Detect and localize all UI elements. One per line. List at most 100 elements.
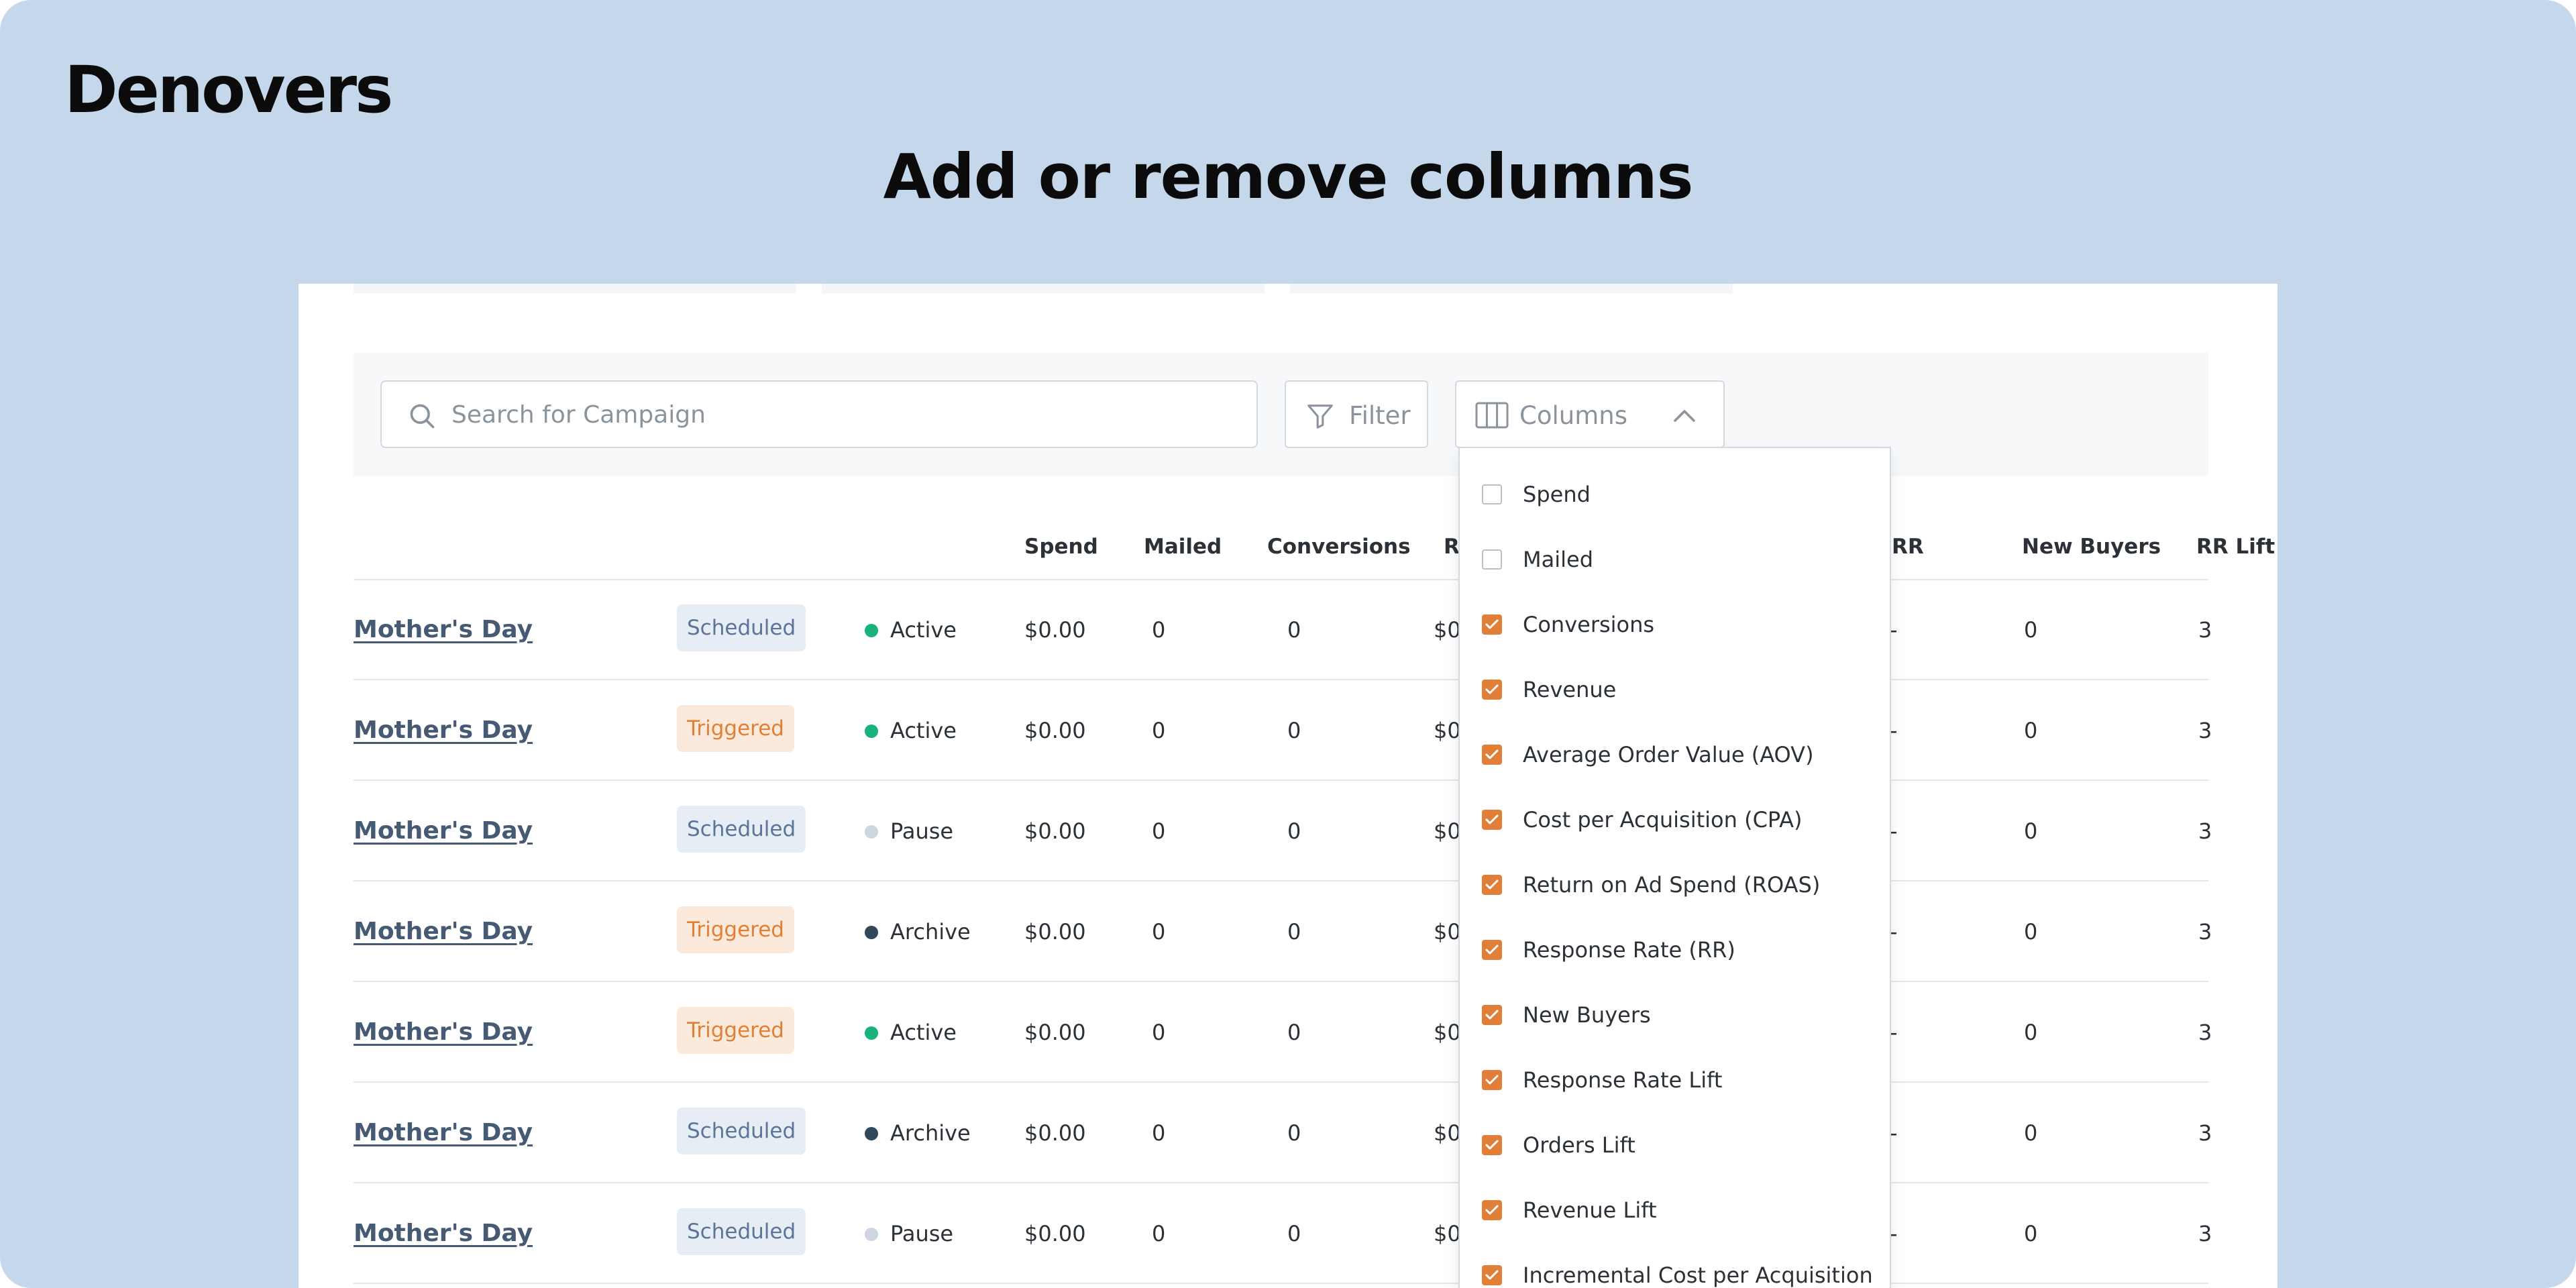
cell-conversions: 0 xyxy=(1287,617,1301,643)
column-option[interactable]: Spend xyxy=(1460,462,1890,527)
column-header-revenue[interactable]: R xyxy=(1444,535,1460,559)
column-header-rr-lift[interactable]: RR Lift xyxy=(2196,535,2275,559)
cell-new-buyers: 0 xyxy=(2024,919,2038,945)
brand-logo: Denovers xyxy=(64,52,393,127)
cell-rr-lift: 3 xyxy=(2198,818,2212,844)
search-input[interactable]: Search for Campaign xyxy=(380,380,1258,448)
column-option[interactable]: Response Rate (RR) xyxy=(1460,917,1890,982)
column-option[interactable]: Revenue xyxy=(1460,657,1890,722)
campaign-name-link[interactable]: Mother's Day xyxy=(354,716,533,744)
filter-button[interactable]: Filter xyxy=(1285,380,1428,448)
table-row[interactable]: Mother's Day Triggered Active $0.00 0 0 $0-0 3 xyxy=(354,680,2212,781)
column-header-conversions[interactable]: Conversions xyxy=(1267,535,1411,559)
cell-spend: $0.00 xyxy=(1024,1020,1086,1045)
cell-new-buyers: 0 xyxy=(2024,1120,2038,1146)
search-icon xyxy=(410,404,435,429)
status-dot xyxy=(865,1127,878,1140)
column-option-label: Revenue Lift xyxy=(1523,1197,1657,1223)
column-option[interactable]: Cost per Acquisition (CPA) xyxy=(1460,787,1890,852)
table-row[interactable]: Mother's Day Triggered Archive $0.00 0 0 $0-0 3 xyxy=(354,881,2212,982)
campaign-name-link[interactable]: Mother's Day xyxy=(354,918,533,945)
cell-rr-lift: 3 xyxy=(2198,718,2212,743)
column-option[interactable]: Incremental Cost per Acquisition xyxy=(1460,1242,1890,1288)
cell-revenue: $0 xyxy=(1434,718,1461,743)
cell-spend: $0.00 xyxy=(1024,718,1086,743)
status-label: Active xyxy=(890,617,957,643)
check-icon xyxy=(1485,814,1499,824)
table-row[interactable]: Mother's Day Scheduled Pause $0.00 0 0 $0-0 3 xyxy=(354,1183,2212,1284)
checkbox[interactable] xyxy=(1482,810,1502,830)
table-row[interactable]: Mother's Day Scheduled Active $0.00 0 0 $0-0 3 xyxy=(354,580,2212,680)
column-option[interactable]: Average Order Value (AOV) xyxy=(1460,722,1890,787)
cell-conversions: 0 xyxy=(1287,1221,1301,1246)
status-label: Archive xyxy=(890,1120,971,1146)
cell-mailed: 0 xyxy=(1152,1020,1166,1045)
column-option-label: Conversions xyxy=(1523,612,1655,637)
column-option-label: Orders Lift xyxy=(1523,1132,1635,1158)
check-icon xyxy=(1485,749,1499,759)
cell-conversions: 0 xyxy=(1287,1020,1301,1045)
cell-revenue: $0 xyxy=(1434,818,1461,844)
cell-mailed: 0 xyxy=(1152,818,1166,844)
status-label: Active xyxy=(890,1020,957,1045)
campaign-type-badge: Triggered xyxy=(677,1007,794,1054)
cell-conversions: 0 xyxy=(1287,919,1301,945)
table-row[interactable]: Mother's Day Triggered Active $0.00 0 0 $0-0 3 xyxy=(354,982,2212,1083)
column-option[interactable]: New Buyers xyxy=(1460,982,1890,1047)
checkbox[interactable] xyxy=(1482,680,1502,700)
table-header: Spend Mailed Conversions R RR New Buyers… xyxy=(354,519,2275,580)
column-header-new-buyers[interactable]: New Buyers xyxy=(2022,535,2161,559)
column-option-label: Cost per Acquisition (CPA) xyxy=(1523,807,1803,833)
column-option-label: Mailed xyxy=(1523,547,1593,572)
checkbox[interactable] xyxy=(1482,1265,1502,1285)
column-header-mailed[interactable]: Mailed xyxy=(1144,535,1222,559)
status-label: Archive xyxy=(890,919,971,945)
column-option-label: Response Rate Lift xyxy=(1523,1067,1723,1093)
checkbox[interactable] xyxy=(1482,614,1502,635)
cell-new-buyers: 0 xyxy=(2024,617,2038,643)
campaign-name-link[interactable]: Mother's Day xyxy=(354,616,533,643)
status-dot xyxy=(865,724,878,738)
cell-spend: $0.00 xyxy=(1024,818,1086,844)
status-dot xyxy=(865,624,878,637)
column-header-rr[interactable]: RR xyxy=(1892,535,1924,559)
column-option-label: Return on Ad Spend (ROAS) xyxy=(1523,872,1821,898)
status-label: Pause xyxy=(890,1221,954,1246)
check-icon xyxy=(1485,684,1499,694)
table-row[interactable]: Mother's Day Scheduled Archive $0.00 0 0 $0-0 3 xyxy=(354,1083,2212,1183)
checkbox[interactable] xyxy=(1482,940,1502,960)
columns-button[interactable]: Columns xyxy=(1455,380,1725,448)
campaign-name-link[interactable]: Mother's Day xyxy=(354,1119,533,1146)
check-icon xyxy=(1485,1010,1499,1020)
status-dot xyxy=(865,926,878,939)
cell-spend: $0.00 xyxy=(1024,617,1086,643)
checkbox[interactable] xyxy=(1482,745,1502,765)
cell-new-buyers: 0 xyxy=(2024,718,2038,743)
campaign-name-link[interactable]: Mother's Day xyxy=(354,817,533,845)
checkbox[interactable] xyxy=(1482,1070,1502,1090)
check-icon xyxy=(1485,945,1499,955)
columns-label: Columns xyxy=(1519,401,1627,430)
tab-strip-ghost xyxy=(354,284,796,293)
column-option[interactable]: Return on Ad Spend (ROAS) xyxy=(1460,852,1890,917)
column-option[interactable]: Mailed xyxy=(1460,527,1890,592)
cell-rr-lift: 3 xyxy=(2198,919,2212,945)
checkbox[interactable] xyxy=(1482,875,1502,895)
table-row[interactable]: Mother's Day Scheduled Pause $0.00 0 0 $0-0 3 xyxy=(354,781,2212,881)
campaign-name-link[interactable]: Mother's Day xyxy=(354,1220,533,1247)
column-option[interactable]: Orders Lift xyxy=(1460,1112,1890,1177)
checkbox[interactable] xyxy=(1482,1200,1502,1220)
campaign-type-badge: Triggered xyxy=(677,906,794,953)
checkbox[interactable] xyxy=(1482,1005,1502,1025)
checkbox[interactable] xyxy=(1482,484,1502,504)
checkbox[interactable] xyxy=(1482,1135,1502,1155)
column-header-spend[interactable]: Spend xyxy=(1024,535,1098,559)
cell-mailed: 0 xyxy=(1152,1221,1166,1246)
cell-conversions: 0 xyxy=(1287,818,1301,844)
column-option[interactable]: Response Rate Lift xyxy=(1460,1047,1890,1112)
cell-mailed: 0 xyxy=(1152,1120,1166,1146)
campaign-name-link[interactable]: Mother's Day xyxy=(354,1018,533,1046)
column-option[interactable]: Conversions xyxy=(1460,592,1890,657)
checkbox[interactable] xyxy=(1482,549,1502,570)
column-option[interactable]: Revenue Lift xyxy=(1460,1177,1890,1242)
